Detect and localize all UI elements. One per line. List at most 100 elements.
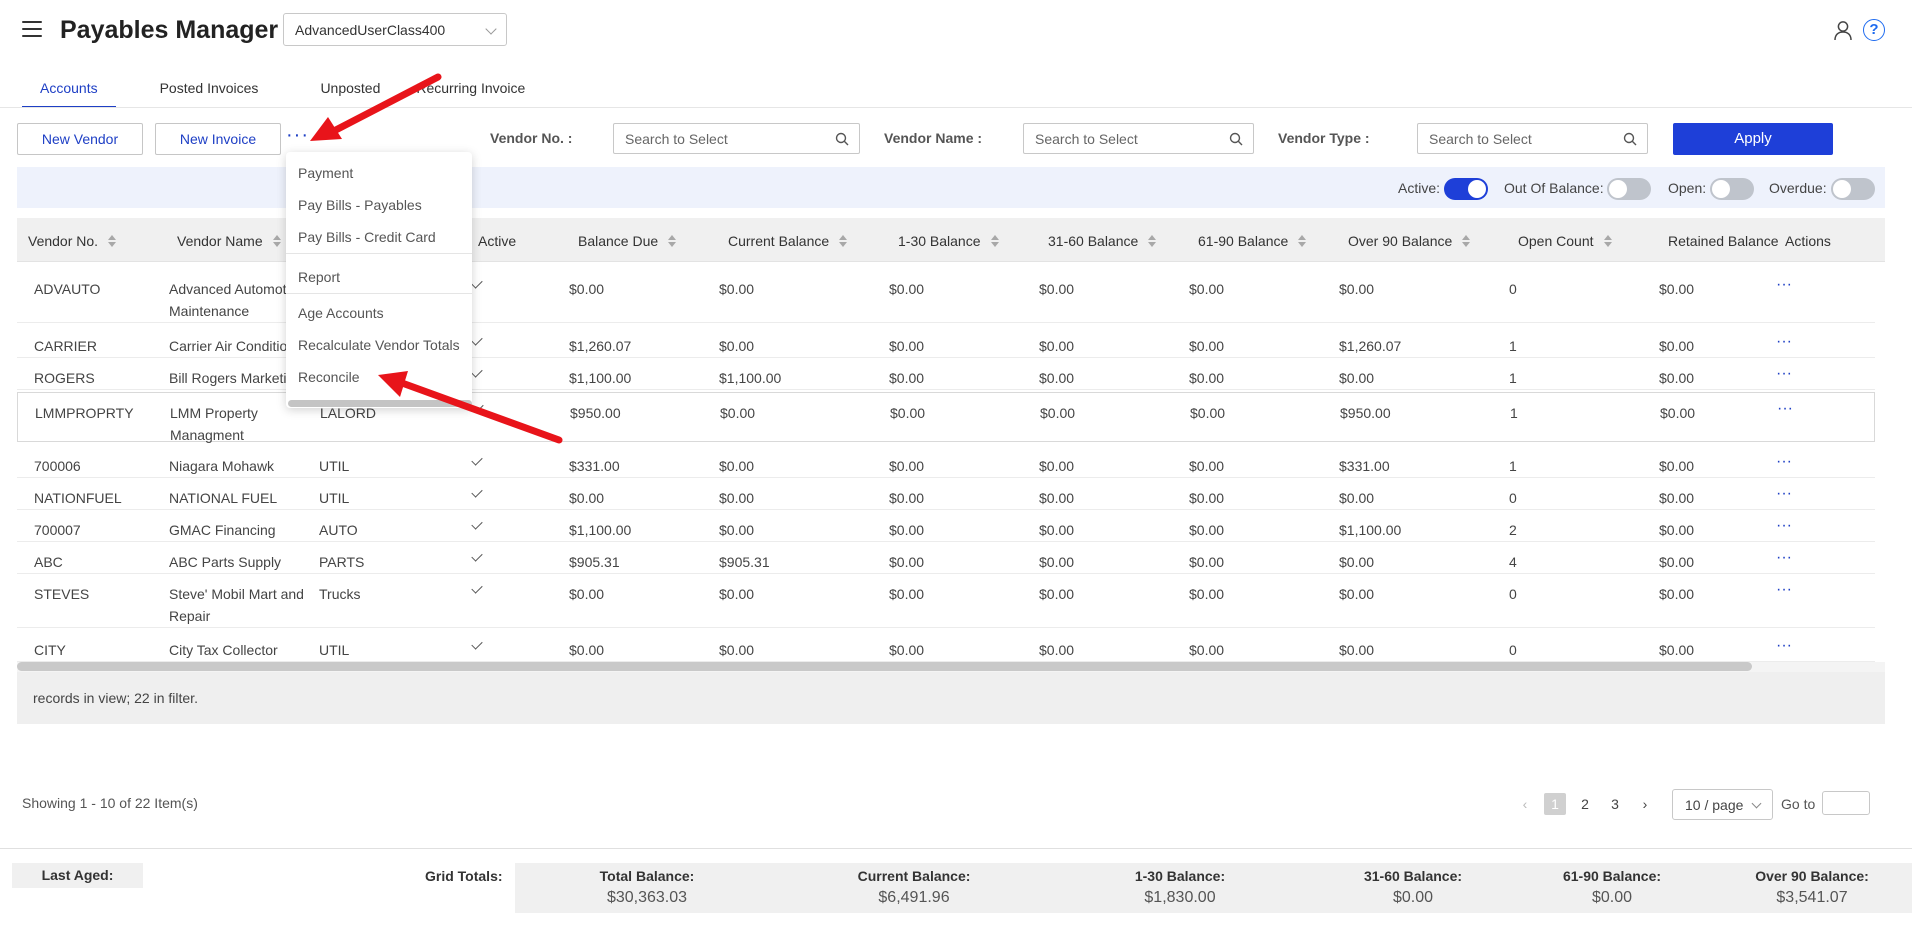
horizontal-scrollbar-thumb[interactable] xyxy=(17,662,1752,671)
1-30-balance-total-value: $1,830.00 xyxy=(1144,889,1216,906)
row-actions-button[interactable]: ··· xyxy=(1776,579,1792,601)
sort-icon[interactable] xyxy=(990,234,999,248)
cell-31-60-balance: $0.00 xyxy=(1040,405,1076,421)
1-30-balance-total-label: 1-30 Balance: xyxy=(1134,868,1226,884)
page-size-select[interactable]: 10 / page xyxy=(1672,789,1773,820)
cell-vendor-name: Advanced Automot Maintenance xyxy=(169,281,287,319)
row-actions-button[interactable]: ··· xyxy=(1776,483,1792,505)
cell-over-90-balance: $0.00 xyxy=(1339,554,1375,570)
sort-icon[interactable] xyxy=(108,234,117,248)
active-check-icon xyxy=(471,550,483,562)
row-actions-button[interactable]: ··· xyxy=(1777,398,1793,420)
page-2[interactable]: 2 xyxy=(1574,793,1596,815)
search-icon xyxy=(1623,132,1637,146)
menu-item-pay-bills-payables[interactable]: Pay Bills - Payables xyxy=(298,197,422,213)
cell-vendor-name: ABC Parts Supply xyxy=(169,554,282,570)
cell-open-count: 1 xyxy=(1509,458,1517,474)
menu-item-pay-bills-credit-card[interactable]: Pay Bills - Credit Card xyxy=(298,229,436,245)
new-vendor-button[interactable]: New Vendor xyxy=(17,123,143,155)
open-toggle[interactable] xyxy=(1710,178,1754,200)
cell-retained-balance: $0.00 xyxy=(1660,405,1696,421)
sort-icon[interactable] xyxy=(1603,234,1612,248)
prev-page-button[interactable]: ‹ xyxy=(1514,793,1536,815)
row-actions-button[interactable]: ··· xyxy=(1776,635,1792,657)
sort-icon[interactable] xyxy=(1148,234,1157,248)
row-actions-button[interactable]: ··· xyxy=(1776,363,1792,385)
cell-vendor-no: 700006 xyxy=(34,458,81,474)
cell-retained-balance: $0.00 xyxy=(1659,370,1695,386)
menu-item-recalculate-vendor-totals[interactable]: Recalculate Vendor Totals xyxy=(298,337,460,353)
menu-item-reconcile[interactable]: Reconcile xyxy=(298,369,359,385)
col-31-60-balance[interactable]: 31-60 Balance xyxy=(1048,233,1157,249)
cell-open-count: 0 xyxy=(1509,281,1517,297)
menu-item-age-accounts[interactable]: Age Accounts xyxy=(298,305,384,321)
class-select-value: AdvancedUserClass400 xyxy=(295,22,446,38)
table-row[interactable]: STEVES Steve' Mobil Mart and Repair Truck… xyxy=(17,574,1875,628)
menu-item-report[interactable]: Report xyxy=(298,269,340,285)
cell-over-90-balance: $0.00 xyxy=(1339,281,1375,297)
sort-icon[interactable] xyxy=(272,234,281,248)
row-actions-button[interactable]: ··· xyxy=(1776,547,1792,569)
menu-item-payment[interactable]: Payment xyxy=(298,165,353,181)
row-actions-button[interactable]: ··· xyxy=(1776,331,1792,353)
col-balance-due[interactable]: Balance Due xyxy=(578,233,677,249)
col-1-30-balance[interactable]: 1-30 Balance xyxy=(898,233,999,249)
hamburger-icon[interactable] xyxy=(22,21,42,37)
col-open-count[interactable]: Open Count xyxy=(1518,233,1612,249)
active-toggle[interactable] xyxy=(1444,178,1488,200)
tab-posted-invoices[interactable]: Posted Invoices xyxy=(142,76,277,108)
row-actions-button[interactable]: ··· xyxy=(1776,451,1792,473)
cell-61-90-balance: $0.00 xyxy=(1189,281,1225,297)
table-row[interactable]: ABC ABC Parts Supply PARTS $905.31 $905.… xyxy=(17,542,1875,574)
cell-current-balance: $0.00 xyxy=(719,281,755,297)
row-actions-button[interactable]: ··· xyxy=(1776,515,1792,537)
col-61-90-balance[interactable]: 61-90 Balance xyxy=(1198,233,1307,249)
col-over-90-balance[interactable]: Over 90 Balance xyxy=(1348,233,1471,249)
vendor-name-search[interactable]: Search to Select xyxy=(1023,123,1254,154)
table-row[interactable]: NATIONFUEL NATIONAL FUEL UTIL $0.00 $0.0… xyxy=(17,478,1875,510)
tab-accounts[interactable]: Accounts xyxy=(22,76,116,108)
table-row[interactable]: 700006 Niagara Mohawk UTIL $331.00 $0.00… xyxy=(17,446,1875,478)
sort-icon[interactable] xyxy=(1462,234,1471,248)
31-60-balance-total-label: 31-60 Balance: xyxy=(1363,868,1463,884)
active-check-icon xyxy=(471,486,483,498)
cell-31-60-balance: $0.00 xyxy=(1039,281,1075,297)
new-invoice-button[interactable]: New Invoice xyxy=(155,123,281,155)
cell-open-count: 4 xyxy=(1509,554,1517,570)
table-row[interactable]: 700007 GMAC Financing AUTO $1,100.00 $0.… xyxy=(17,510,1875,542)
cell-vendor-no: NATIONFUEL xyxy=(34,490,122,506)
cell-current-balance: $0.00 xyxy=(719,586,755,602)
out-of-balance-toggle[interactable] xyxy=(1607,178,1651,200)
page-1[interactable]: 1 xyxy=(1544,793,1566,815)
cell-open-count: 0 xyxy=(1509,642,1517,658)
cell-vendor-no: 700007 xyxy=(34,522,81,538)
cell-balance-due: $950.00 xyxy=(570,405,621,421)
cell-over-90-balance: $0.00 xyxy=(1339,490,1375,506)
overdue-toggle-label: Overdue: xyxy=(1769,180,1827,196)
next-page-button[interactable]: › xyxy=(1634,793,1656,815)
table-row[interactable]: CITY City Tax Collector UTIL $0.00 $0.00… xyxy=(17,630,1875,662)
row-actions-button[interactable]: ··· xyxy=(1776,274,1792,296)
annotation-arrow-icon xyxy=(310,73,442,141)
col-vendor-no[interactable]: Vendor No. xyxy=(28,233,117,249)
sort-icon[interactable] xyxy=(668,234,677,248)
cell-current-balance: $905.31 xyxy=(719,554,770,570)
sort-icon[interactable] xyxy=(1298,234,1307,248)
sort-icon[interactable] xyxy=(839,234,848,248)
class-select[interactable]: AdvancedUserClass400 xyxy=(283,13,507,46)
help-icon[interactable]: ? xyxy=(1863,19,1885,41)
vendor-no-search[interactable]: Search to Select xyxy=(613,123,860,154)
page-3[interactable]: 3 xyxy=(1604,793,1626,815)
cell-1-30-balance: $0.00 xyxy=(889,554,925,570)
active-check-icon xyxy=(471,454,483,466)
overdue-toggle[interactable] xyxy=(1831,178,1875,200)
vendor-type-search[interactable]: Search to Select xyxy=(1417,123,1648,154)
cell-vendor-name: Niagara Mohawk xyxy=(169,458,275,474)
col-current-balance[interactable]: Current Balance xyxy=(728,233,848,249)
cell-61-90-balance: $0.00 xyxy=(1189,458,1225,474)
user-icon[interactable] xyxy=(1833,20,1853,41)
goto-page-input[interactable] xyxy=(1822,791,1870,815)
col-vendor-name[interactable]: Vendor Name xyxy=(177,233,281,249)
apply-button[interactable]: Apply xyxy=(1673,123,1833,155)
active-check-icon xyxy=(471,518,483,530)
